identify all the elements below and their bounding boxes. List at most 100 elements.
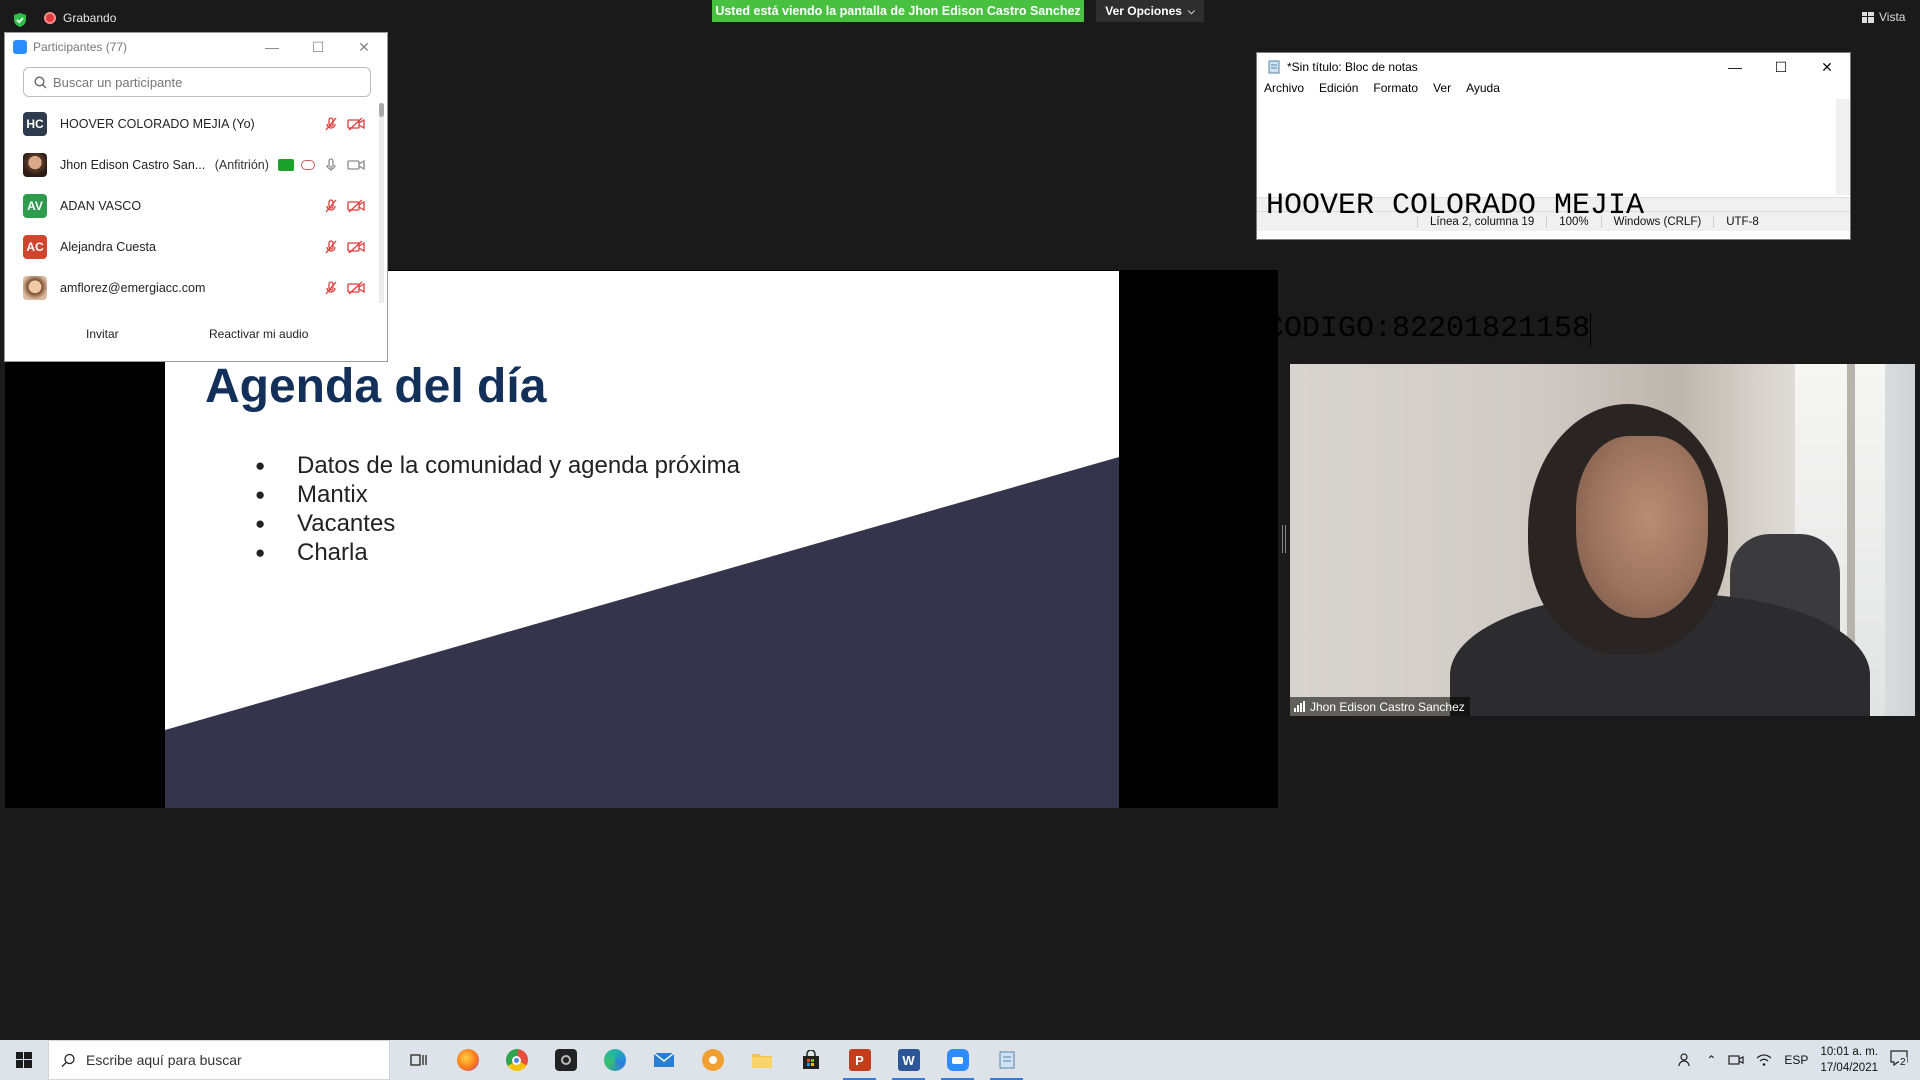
people-icon[interactable] [1678, 1052, 1694, 1068]
participant-row[interactable]: AV ADAN VASCO [5, 185, 387, 226]
notepad-line: HOOVER COLORADO MEJIA [1266, 189, 1645, 223]
minimize-icon[interactable]: — [249, 33, 295, 61]
taskbar-search-input[interactable] [86, 1052, 366, 1068]
close-icon[interactable]: ✕ [1804, 53, 1850, 81]
participant-row[interactable]: AC Alejandra Cuesta [5, 226, 387, 267]
chevron-up-icon[interactable]: ⌃ [1706, 1053, 1716, 1067]
participants-window: Participantes (77) — ☐ ✕ HC HOOVER COLOR… [4, 32, 388, 362]
participant-name-wrap: Jhon Edison Castro San... (Anfitrión) [60, 158, 301, 172]
close-icon[interactable]: ✕ [341, 33, 387, 61]
notepad-icon [1268, 60, 1280, 74]
security-shield-icon[interactable] [12, 12, 28, 28]
menu-edicion[interactable]: Edición [1319, 81, 1358, 99]
notification-center-icon[interactable]: 2 [1890, 1050, 1912, 1070]
camera-app-icon[interactable] [541, 1040, 590, 1080]
participants-title: Participantes (77) [33, 40, 128, 54]
participant-row[interactable]: Jhon Edison Castro San... (Anfitrión) [5, 144, 387, 185]
word-icon[interactable]: W [884, 1040, 933, 1080]
participants-titlebar[interactable]: Participantes (77) — ☐ ✕ [5, 33, 387, 61]
video-icon[interactable] [347, 157, 365, 173]
notepad-titlebar[interactable]: *Sin título: Bloc de notas — ☐ ✕ [1257, 53, 1850, 81]
view-button[interactable]: Vista [1862, 10, 1905, 24]
slide-title: Agenda del día [205, 360, 547, 413]
muted-mic-icon[interactable] [323, 116, 339, 132]
panel-resize-handle[interactable] [1282, 525, 1286, 553]
slide-agenda-list: Datos de la comunidad y agenda próxima M… [255, 451, 740, 567]
video-off-icon[interactable] [347, 198, 365, 214]
taskbar-search[interactable] [48, 1040, 390, 1080]
participant-row[interactable]: HC HOOVER COLORADO MEJIA (Yo) [5, 103, 387, 144]
search-icon [61, 1053, 75, 1067]
unmute-audio-button[interactable]: Reactivar mi audio [203, 323, 314, 345]
mail-icon[interactable] [639, 1040, 688, 1080]
participant-name: ADAN VASCO [60, 198, 142, 213]
notepad-text-area[interactable]: HOOVER COLORADO MEJIA CODIGO:82201821158 [1257, 99, 1850, 347]
view-options-label: Ver Opciones [1105, 4, 1182, 18]
grid-view-icon [1862, 11, 1874, 23]
video-participant-name: Jhon Edison Castro Sanchez [1310, 699, 1465, 714]
language-indicator[interactable]: ESP [1784, 1053, 1808, 1067]
search-icon [34, 75, 47, 88]
notepad-menubar: Archivo Edición Formato Ver Ayuda [1257, 81, 1850, 99]
menu-ayuda[interactable]: Ayuda [1466, 81, 1500, 99]
system-tray: ⌃ ESP 10:01 a. m. 17/04/2021 2 [1678, 1044, 1920, 1076]
participant-name: Alejandra Cuesta [60, 239, 156, 254]
host-tag: (Anfitrión) [214, 157, 269, 172]
participant-row[interactable]: amflorez@emergiacc.com [5, 267, 387, 308]
zoom-icon[interactable] [933, 1040, 982, 1080]
screen-sharing-icon [278, 159, 295, 172]
meet-now-icon[interactable] [1728, 1053, 1745, 1067]
taskbar-clock[interactable]: 10:01 a. m. 17/04/2021 [1820, 1044, 1878, 1076]
video-name-label: Jhon Edison Castro Sanchez [1290, 697, 1470, 716]
notepad-line: CODIGO:82201821158 [1266, 312, 1591, 346]
settings-gear-icon[interactable] [688, 1040, 737, 1080]
mic-icon[interactable] [323, 157, 339, 173]
menu-formato[interactable]: Formato [1373, 81, 1418, 99]
muted-mic-icon[interactable] [323, 198, 339, 214]
video-off-icon[interactable] [347, 280, 365, 296]
participants-footer: Invitar Reactivar mi audio [5, 305, 387, 361]
participant-video[interactable] [1290, 364, 1915, 716]
participant-search-input[interactable] [53, 74, 353, 90]
windows-logo-icon [16, 1052, 32, 1068]
notepad-taskbar-icon[interactable] [982, 1040, 1031, 1080]
avatar: HC [23, 111, 47, 136]
menu-ver[interactable]: Ver [1433, 81, 1451, 99]
participant-name: Jhon Edison Castro San... [60, 157, 206, 172]
screen: Grabando Usted está viendo la pantalla d… [0, 0, 1920, 1080]
maximize-icon[interactable]: ☐ [1758, 53, 1804, 81]
task-view-icon[interactable] [394, 1040, 443, 1080]
muted-mic-icon[interactable] [323, 280, 339, 296]
powerpoint-icon[interactable]: P [835, 1040, 884, 1080]
minimize-icon[interactable]: — [1712, 53, 1758, 81]
zoom-app-icon [13, 40, 27, 54]
video-off-icon[interactable] [347, 116, 365, 132]
scrollbar-thumb[interactable] [379, 103, 384, 117]
participants-scrollbar[interactable] [379, 103, 384, 303]
agenda-item: Mantix [255, 480, 740, 509]
maximize-icon[interactable]: ☐ [295, 33, 341, 61]
edge-icon[interactable] [590, 1040, 639, 1080]
file-explorer-icon[interactable] [737, 1040, 786, 1080]
muted-mic-icon[interactable] [323, 239, 339, 255]
video-person-face [1576, 436, 1708, 618]
chrome-icon[interactable] [492, 1040, 541, 1080]
clock-date: 17/04/2021 [1820, 1062, 1878, 1074]
view-options-button[interactable]: Ver Opciones ⌵ [1096, 0, 1204, 22]
menu-archivo[interactable]: Archivo [1264, 81, 1304, 99]
firefox-icon[interactable] [443, 1040, 492, 1080]
recording-label: Grabando [63, 11, 117, 25]
start-button[interactable] [0, 1040, 48, 1080]
participants-list: HC HOOVER COLORADO MEJIA (Yo) Jhon Ediso… [5, 103, 387, 308]
notepad-vertical-scrollbar[interactable] [1836, 99, 1850, 195]
recording-indicator[interactable]: Grabando [44, 11, 116, 25]
participant-search[interactable] [23, 67, 371, 97]
participant-name: HOOVER COLORADO MEJIA (Yo) [60, 116, 255, 131]
notepad-title: *Sin título: Bloc de notas [1287, 60, 1418, 74]
screen-share-banner-text: Usted está viendo la pantalla de Jhon Ed… [715, 4, 1081, 18]
store-icon[interactable] [786, 1040, 835, 1080]
invite-button[interactable]: Invitar [80, 323, 125, 345]
wifi-icon[interactable] [1756, 1053, 1772, 1067]
agenda-item: Vacantes [255, 509, 740, 538]
video-off-icon[interactable] [347, 239, 365, 255]
